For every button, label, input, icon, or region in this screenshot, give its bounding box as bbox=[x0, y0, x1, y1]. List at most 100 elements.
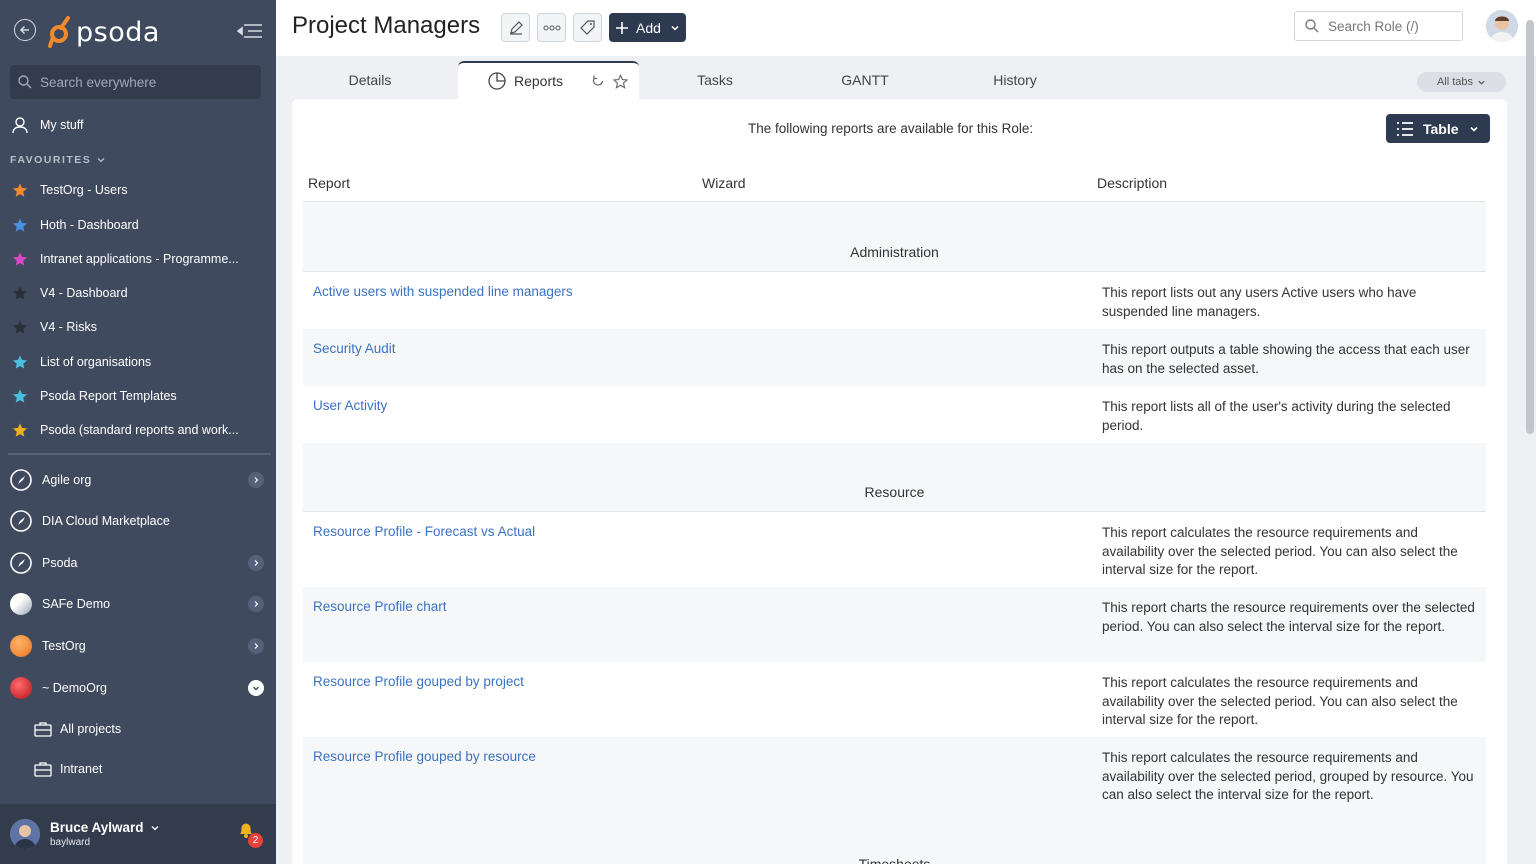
org-label: TestOrg bbox=[42, 639, 86, 653]
table-row: Resource Profile gouped by project This … bbox=[303, 662, 1486, 737]
favourite-label: Psoda (standard reports and work... bbox=[40, 423, 239, 437]
favourite-item[interactable]: List of organisations bbox=[0, 347, 276, 377]
reports-panel: The following reports are available for … bbox=[292, 99, 1507, 864]
sidebar-item-my-stuff[interactable]: My stuff bbox=[0, 110, 276, 140]
favourite-item[interactable]: V4 - Risks bbox=[0, 312, 276, 342]
report-description: This report lists all of the user's acti… bbox=[1102, 399, 1451, 433]
favourite-item[interactable]: V4 - Dashboard bbox=[0, 278, 276, 308]
favourite-label: List of organisations bbox=[40, 355, 152, 369]
chevron-right-icon[interactable] bbox=[248, 555, 264, 571]
chevron-right-icon[interactable] bbox=[248, 472, 264, 488]
chevron-down-icon bbox=[671, 25, 679, 31]
org-item-agile-org[interactable]: Agile org bbox=[0, 463, 276, 497]
add-button[interactable]: Add bbox=[609, 13, 686, 42]
star-icon bbox=[0, 217, 40, 233]
favourite-item[interactable]: Hoth - Dashboard bbox=[0, 210, 276, 240]
back-button[interactable] bbox=[14, 19, 36, 41]
report-description: This report calculates the resource requ… bbox=[1102, 675, 1458, 728]
report-link[interactable]: Resource Profile gouped by resource bbox=[313, 749, 536, 764]
org-logo-icon bbox=[10, 635, 32, 657]
column-header-description[interactable]: Description bbox=[1097, 175, 1167, 191]
section-header-row: Administration bbox=[303, 202, 1486, 272]
column-header-report[interactable]: Report bbox=[308, 175, 350, 191]
chevron-down-icon bbox=[151, 825, 158, 830]
column-header-wizard[interactable]: Wizard bbox=[702, 175, 746, 191]
chevron-down-icon[interactable] bbox=[248, 680, 264, 696]
org-item-testorg[interactable]: TestOrg bbox=[0, 629, 276, 663]
search-everywhere-input[interactable]: Search everywhere bbox=[10, 65, 261, 99]
arrow-left-icon bbox=[19, 25, 29, 35]
org-item-safe-demo[interactable]: SAFe Demo bbox=[0, 587, 276, 621]
table-row: User Activity This report lists all of t… bbox=[303, 386, 1486, 443]
tab-history[interactable]: History bbox=[940, 61, 1090, 99]
tab-label: Reports bbox=[514, 73, 564, 89]
favourite-label: Psoda Report Templates bbox=[40, 389, 177, 403]
view-mode-dropdown[interactable]: Table bbox=[1386, 114, 1490, 143]
sidebar: psoda Search everywhere My stuff FAVOURI… bbox=[0, 0, 276, 864]
favourite-item[interactable]: Psoda Report Templates bbox=[0, 381, 276, 411]
tab-label: History bbox=[993, 72, 1037, 88]
plus-icon bbox=[616, 21, 628, 34]
org-item-psoda[interactable]: Psoda bbox=[0, 546, 276, 580]
section-title: Timesheets bbox=[858, 856, 931, 864]
org-label: DIA Cloud Marketplace bbox=[42, 514, 170, 528]
favourite-item[interactable]: Intranet applications - Programme... bbox=[0, 244, 276, 274]
favourite-item[interactable]: TestOrg - Users bbox=[0, 175, 276, 205]
sub-item-intranet[interactable]: Intranet bbox=[0, 754, 276, 784]
chevron-right-icon[interactable] bbox=[248, 596, 264, 612]
user-icon bbox=[0, 116, 40, 134]
compass-icon bbox=[10, 510, 32, 532]
report-link[interactable]: Resource Profile gouped by project bbox=[313, 674, 524, 689]
favourites-header[interactable]: FAVOURITES bbox=[10, 154, 106, 166]
chevron-down-icon bbox=[1478, 80, 1485, 85]
page-title: Project Managers bbox=[292, 12, 481, 39]
all-tabs-dropdown[interactable]: All tabs bbox=[1417, 72, 1506, 92]
table-row: Active users with suspended line manager… bbox=[303, 272, 1486, 329]
favourite-item[interactable]: Psoda (standard reports and work... bbox=[0, 415, 276, 445]
star-icon bbox=[0, 285, 40, 301]
report-link[interactable]: Resource Profile - Forecast vs Actual bbox=[313, 524, 535, 539]
all-tabs-label: All tabs bbox=[1436, 76, 1474, 88]
pie-chart-icon bbox=[488, 72, 506, 90]
chevron-right-icon[interactable] bbox=[248, 638, 264, 654]
org-item-dia-cloud-marketplace[interactable]: DIA Cloud Marketplace bbox=[0, 504, 276, 538]
sub-item-label: All projects bbox=[60, 722, 122, 736]
report-link[interactable]: Security Audit bbox=[313, 341, 396, 356]
search-role-input[interactable]: Search Role (/) bbox=[1294, 11, 1463, 41]
chevron-down-icon bbox=[1469, 126, 1478, 132]
top-bar: Project Managers Add Search Role (/) bbox=[276, 0, 1536, 56]
star-outline-icon[interactable] bbox=[613, 73, 629, 89]
sub-item-all-projects[interactable]: All projects bbox=[0, 714, 276, 744]
sidebar-item-label: My stuff bbox=[40, 118, 84, 132]
tab-gantt[interactable]: GANTT bbox=[790, 61, 940, 99]
org-label: ~ DemoOrg bbox=[42, 681, 107, 695]
page-scrollbar[interactable] bbox=[1526, 20, 1534, 434]
avatar bbox=[10, 819, 40, 849]
add-label: Add bbox=[636, 19, 661, 36]
star-icon bbox=[0, 388, 40, 404]
report-link[interactable]: Resource Profile chart bbox=[313, 599, 447, 614]
avatar[interactable] bbox=[1486, 10, 1518, 42]
org-label: SAFe Demo bbox=[42, 597, 111, 611]
org-item-demoorg[interactable]: ~ DemoOrg bbox=[0, 671, 276, 705]
tab-tasks[interactable]: Tasks bbox=[640, 61, 790, 99]
psoda-logo[interactable]: psoda bbox=[48, 12, 160, 52]
tag-button[interactable] bbox=[573, 13, 602, 42]
table-row: Security Audit This report outputs a tab… bbox=[303, 329, 1486, 386]
section-header-row: Resource bbox=[303, 443, 1486, 512]
user-menu[interactable]: Bruce Aylward baylward bbox=[0, 804, 276, 864]
sidebar-header: psoda bbox=[0, 0, 276, 64]
report-description: This report lists out any users Active u… bbox=[1102, 285, 1417, 319]
tab-label: GANTT bbox=[841, 72, 889, 88]
collapse-sidebar-button[interactable] bbox=[236, 20, 264, 42]
edit-button[interactable] bbox=[501, 13, 530, 42]
more-options-button[interactable] bbox=[537, 13, 566, 42]
favourite-label: V4 - Risks bbox=[40, 320, 97, 334]
tab-details[interactable]: Details bbox=[295, 61, 445, 99]
tab-reports[interactable]: Reports bbox=[458, 61, 639, 99]
refresh-icon[interactable] bbox=[591, 74, 605, 88]
report-link[interactable]: Active users with suspended line manager… bbox=[313, 284, 573, 299]
briefcase-icon bbox=[34, 762, 52, 777]
more-dots-icon bbox=[543, 25, 560, 30]
report-link[interactable]: User Activity bbox=[313, 398, 387, 413]
